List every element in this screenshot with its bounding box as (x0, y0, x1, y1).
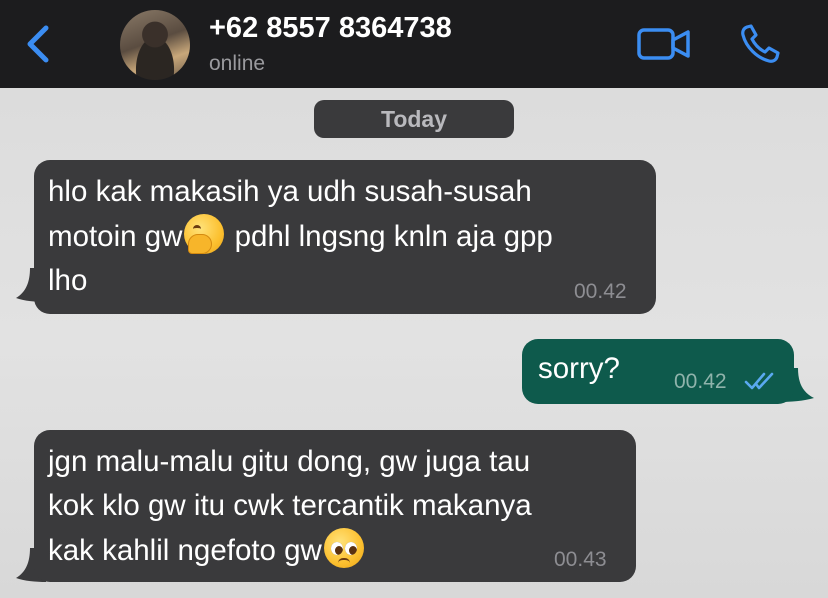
message-timestamp: 00.43 (554, 548, 607, 571)
message-text: sorry? (538, 352, 620, 385)
message-timestamp: 00.42 (674, 370, 727, 393)
message-bubble-outgoing[interactable]: sorry? 00.42 (522, 339, 794, 404)
message-bubble-incoming[interactable]: hlo kak makasih ya udh susah-susah motoi… (34, 160, 656, 314)
video-call-button[interactable] (636, 24, 692, 64)
message-bubble-incoming[interactable]: jgn malu-malu gitu dong, gw juga tau kok… (34, 430, 636, 582)
chat-header: +62 8557 8364738 online (0, 0, 828, 88)
contact-status: online (209, 52, 266, 75)
message-text: jgn malu-malu gitu dong, gw juga tau kok… (48, 445, 532, 568)
phone-icon (741, 24, 780, 63)
voice-call-button[interactable] (738, 22, 782, 66)
double-check-icon (744, 372, 774, 390)
message-timestamp: 00.42 (574, 280, 627, 303)
back-button[interactable] (22, 22, 56, 66)
avatar[interactable] (120, 10, 190, 80)
video-camera-icon (637, 28, 690, 60)
contact-name[interactable]: +62 8557 8364738 (209, 12, 452, 45)
chevron-left-icon (27, 25, 49, 63)
hand-over-mouth-emoji (184, 214, 225, 254)
message-text: hlo kak makasih ya udh susah-susah motoi… (48, 175, 553, 297)
pleading-face-emoji (323, 528, 364, 568)
date-separator: Today (314, 100, 514, 138)
